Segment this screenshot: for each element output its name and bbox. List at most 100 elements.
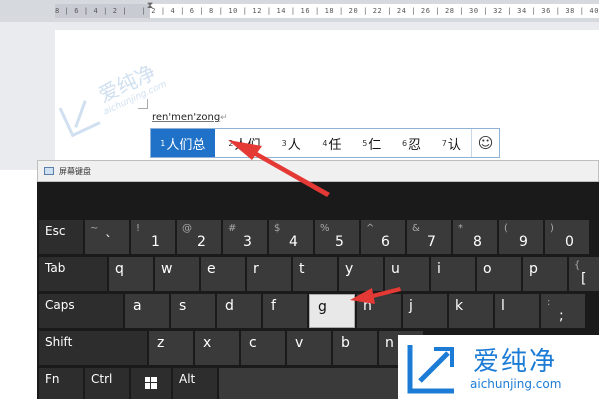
key-backtick[interactable]: ~ ` [85,220,129,254]
key-main-label: p [529,261,538,277]
key-caps[interactable]: Caps [39,294,123,328]
key-main-label: b [341,335,350,351]
key-4[interactable]: $4 [269,220,313,254]
key-main-label: a [133,298,142,314]
osk-titlebar[interactable]: 屏幕键盘 [37,160,599,182]
horizontal-ruler[interactable]: 8 | 6 | 4 | 2 | | 2 | 4 | 6 | 8 | 10 | 1… [0,0,599,22]
candidate-6[interactable]: 6 忍 [392,129,432,157]
watermark-url: aichunjing.com [470,377,562,391]
key-esc[interactable]: Esc [39,220,83,254]
candidate-number: 1 [160,138,166,148]
key-q[interactable]: q [109,257,153,291]
key-main-label: z [157,335,165,351]
key-o[interactable]: o [477,257,521,291]
key-6[interactable]: ^ 6 [361,220,405,254]
key-5[interactable]: % 5 [315,220,359,254]
candidate-4[interactable]: 4 任 [312,129,352,157]
key-main-label: q [115,261,124,277]
key-7[interactable]: & 7 [407,220,451,254]
candidate-text: 人 [287,137,301,153]
key-f[interactable]: f [263,294,307,328]
key-main-label: 3 [243,234,252,250]
key-v[interactable]: v [287,331,331,365]
key-ctrl[interactable]: Ctrl [85,368,129,399]
candidate-text: 人们总 [166,137,206,153]
candidate-text: 认 [447,137,461,153]
key-main-label: n [385,335,394,351]
key-shift-label: : [547,297,551,308]
candidate-number: 5 [362,138,368,148]
key-main-label: ; [559,308,564,324]
key-s[interactable]: s [171,294,215,328]
key-space[interactable] [219,368,399,399]
key-3[interactable]: #3 [223,220,267,254]
candidate-number: 2 [228,138,234,148]
key-y[interactable]: y [339,257,383,291]
key-main-label: v [295,335,304,351]
key-0[interactable]: ) 0 [545,220,589,254]
key-main-label: 7 [427,234,436,250]
key-k[interactable]: k [449,294,493,328]
key-r[interactable]: r [247,257,291,291]
key-tab[interactable]: Tab [39,257,107,291]
key-main-label: 6 [381,234,390,250]
key-shift-label: $ [274,223,281,234]
key-c[interactable]: c [241,331,285,365]
key-e[interactable]: e [201,257,245,291]
key-shift[interactable]: Shift [39,331,147,365]
candidate-number: 3 [281,138,287,148]
key-8[interactable]: * 8 [453,220,497,254]
key-shift-label: ( [504,223,508,234]
key-b[interactable]: b [333,331,377,365]
key-main-label: 4 [289,234,298,250]
key-g[interactable]: g [309,294,355,328]
key-a[interactable]: a [125,294,169,328]
key-windows[interactable] [131,368,171,399]
key-p[interactable]: p [523,257,567,291]
key-label: Fn [45,372,60,386]
key-w[interactable]: w [155,257,199,291]
key-h[interactable]: h [357,294,401,328]
candidate-5[interactable]: 5 仁 [352,129,392,157]
key-semicolon[interactable]: :; [541,294,585,328]
key-u[interactable]: u [385,257,429,291]
key-shift-label: ! [136,223,141,234]
key-fn[interactable]: Fn [39,368,83,399]
windows-icon [145,377,157,389]
indent-marker-icon[interactable]: ⧗ [146,2,154,20]
key-left-bracket[interactable]: {[ [569,257,599,291]
candidate-7[interactable]: 7 认 [431,129,471,157]
key-9[interactable]: (9 [499,220,543,254]
key-x[interactable]: x [195,331,239,365]
key-main-label: x [203,335,212,351]
ime-candidate-bar: 1 人们总 2 人们 3 人 4 任 5 仁 6 忍 7 认 ☺ [150,128,500,158]
key-l[interactable]: l [495,294,539,328]
key-main-label: d [225,298,234,314]
smiley-icon: ☺ [477,134,494,152]
key-shift-label: * [458,223,463,234]
key-main-label: 2 [197,234,206,250]
key-shift-label: ~ [90,223,99,234]
key-main-label: 1 [151,234,160,250]
key-main-label: 9 [519,234,528,250]
emoji-button[interactable]: ☺ [471,129,499,157]
key-label: Ctrl [91,372,113,386]
key-1[interactable]: ! 1 [131,220,175,254]
keyboard-app-icon [44,167,54,175]
key-shift-label: % [320,223,330,234]
candidate-1[interactable]: 1 人们总 [151,129,215,157]
key-alt[interactable]: Alt [173,368,217,399]
key-z[interactable]: z [149,331,193,365]
key-main-label: g [318,299,327,315]
key-t[interactable]: t [293,257,337,291]
key-label: Tab [45,261,66,275]
key-main-label: 0 [565,234,574,250]
key-main-label: t [299,261,305,277]
key-j[interactable]: j [403,294,447,328]
candidate-2[interactable]: 2 人们 [219,129,271,157]
candidate-3[interactable]: 3 人 [270,129,312,157]
key-2[interactable]: @2 [177,220,221,254]
key-i[interactable]: i [431,257,475,291]
key-d[interactable]: d [217,294,261,328]
key-label: Shift [45,335,73,349]
